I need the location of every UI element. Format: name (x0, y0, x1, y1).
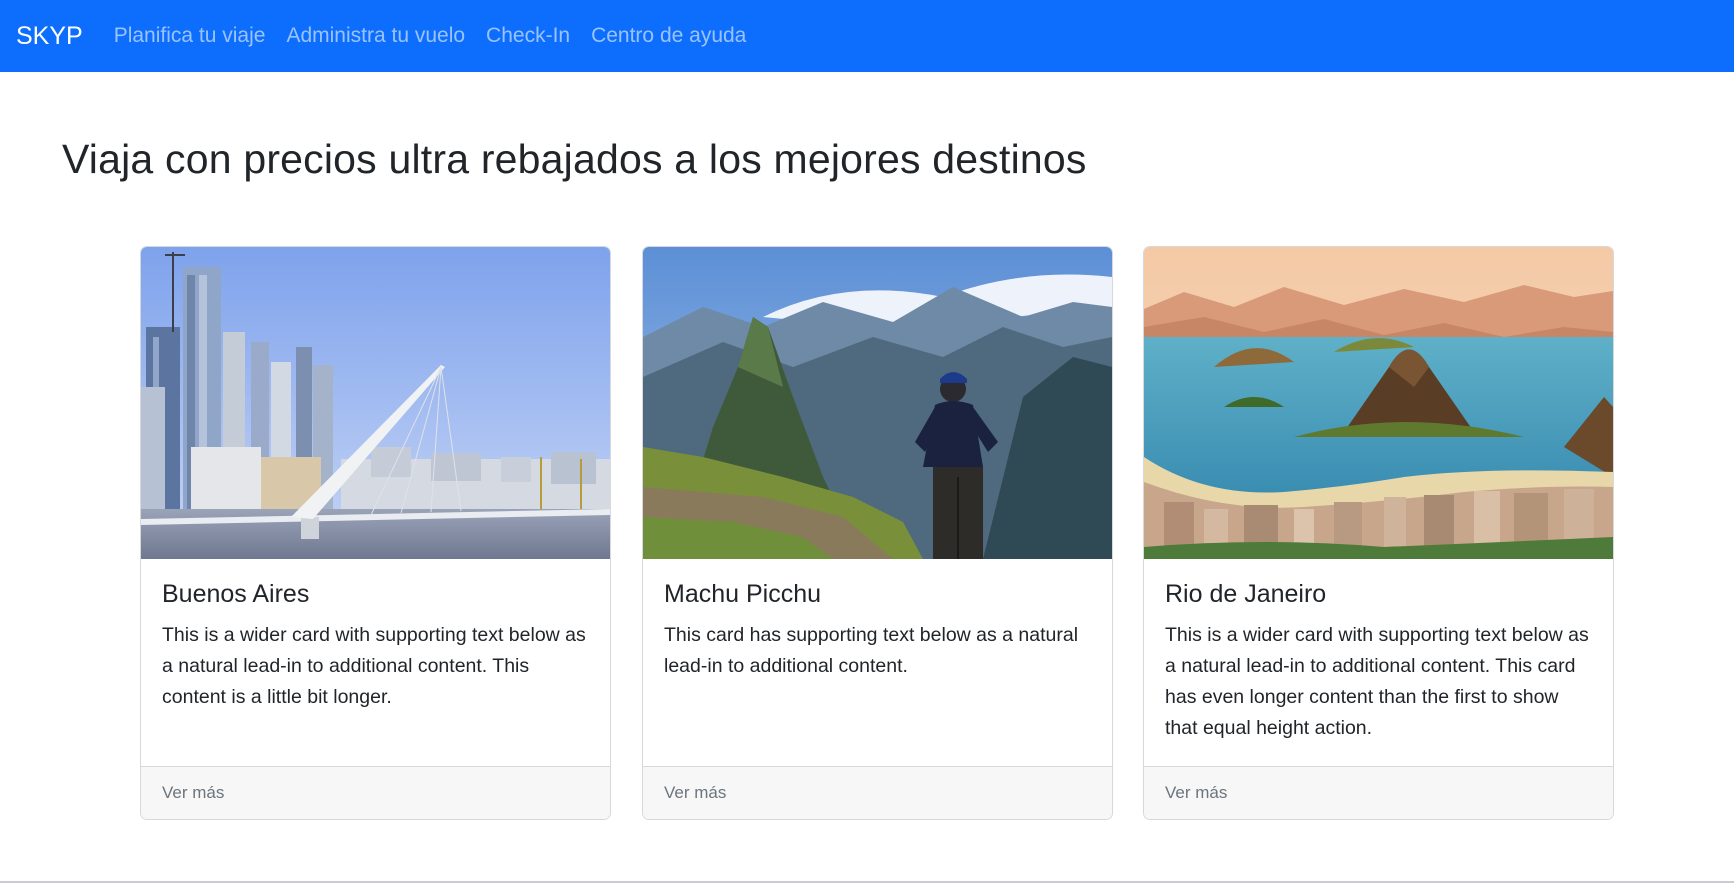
card-footer: Ver más (643, 766, 1112, 819)
destination-card-machu-picchu: Machu Picchu This card has supporting te… (642, 246, 1113, 820)
card-body: Rio de Janeiro This is a wider card with… (1144, 559, 1613, 744)
card-footer: Ver más (1144, 766, 1613, 819)
ver-mas-link[interactable]: Ver más (664, 783, 726, 803)
nav-link-centro-ayuda[interactable]: Centro de ayuda (591, 24, 746, 48)
card-title: Machu Picchu (664, 580, 822, 608)
buenos-aires-photo (141, 247, 610, 559)
nav-link-check-in[interactable]: Check-In (486, 24, 570, 48)
destination-card-rio-de-janeiro: Rio de Janeiro This is a wider card with… (1143, 246, 1614, 820)
top-navbar: SKYP Planifica tu viaje Administra tu vu… (0, 0, 1734, 72)
ver-mas-link[interactable]: Ver más (162, 783, 224, 803)
nav-link-planifica[interactable]: Planifica tu viaje (114, 24, 266, 48)
machu-picchu-photo (643, 247, 1112, 559)
card-body: Machu Picchu This card has supporting te… (643, 559, 1112, 682)
ver-mas-link[interactable]: Ver más (1165, 783, 1227, 803)
destination-card-buenos-aires: Buenos Aires This is a wider card with s… (140, 246, 611, 820)
brand-logo-link[interactable]: SKYP (16, 22, 83, 51)
card-text: This is a wider card with supporting tex… (1165, 624, 1589, 739)
rio-de-janeiro-photo (1144, 247, 1613, 559)
card-text: This is a wider card with supporting tex… (162, 624, 586, 708)
card-title: Rio de Janeiro (1165, 580, 1327, 608)
page-title: Viaja con precios ultra rebajados a los … (62, 136, 1087, 182)
card-footer: Ver más (141, 766, 610, 819)
card-body: Buenos Aires This is a wider card with s… (141, 559, 610, 713)
card-title: Buenos Aires (162, 580, 310, 608)
nav-link-administra[interactable]: Administra tu vuelo (286, 24, 465, 48)
card-text: This card has supporting text below as a… (664, 624, 1079, 677)
